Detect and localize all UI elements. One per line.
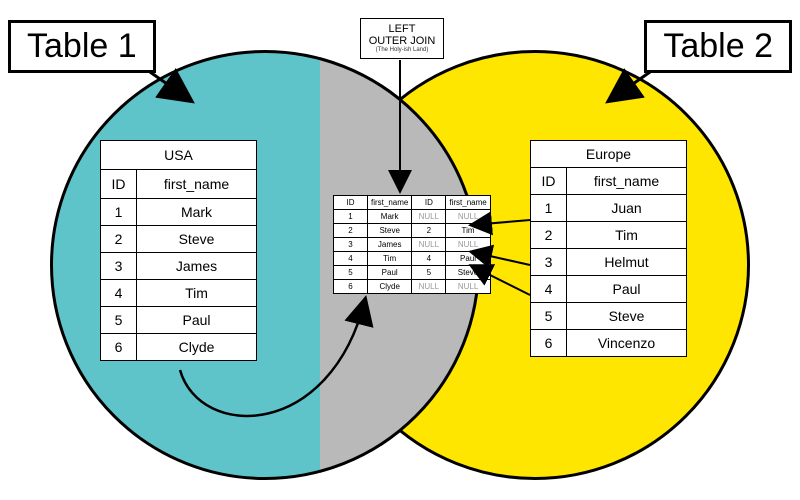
- table-row: 5Steve: [531, 303, 687, 330]
- europe-col-name: first_name: [567, 168, 687, 195]
- table-row: 1Juan: [531, 195, 687, 222]
- table-row: 4Tim: [101, 280, 257, 307]
- join-line3: (The Holy-ish Land): [363, 47, 441, 54]
- join-line1: LEFT: [363, 23, 441, 35]
- diagram-stage: Table 1 Table 2 LEFT OUTER JOIN (The Hol…: [0, 0, 800, 500]
- table-row: 1Mark: [101, 199, 257, 226]
- table-row: 6Vincenzo: [531, 330, 687, 357]
- join-type-label: LEFT OUTER JOIN (The Holy-ish Land): [360, 18, 444, 59]
- table-row: 6ClydeNULLNULL: [334, 280, 491, 294]
- table-row: 5Paul: [101, 307, 257, 334]
- table-row: 4Tim4Paul: [334, 252, 491, 266]
- join-col-1: first_name: [368, 196, 412, 210]
- table-row: 3James: [101, 253, 257, 280]
- usa-col-name: first_name: [137, 170, 257, 199]
- usa-col-id: ID: [101, 170, 137, 199]
- table-row: 2Steve2Tim: [334, 224, 491, 238]
- table-row: 2Tim: [531, 222, 687, 249]
- table1-label: Table 1: [8, 20, 156, 73]
- table-row: 3Helmut: [531, 249, 687, 276]
- table-row: 3JamesNULLNULL: [334, 238, 491, 252]
- table-row: 4Paul: [531, 276, 687, 303]
- europe-col-id: ID: [531, 168, 567, 195]
- europe-title: Europe: [531, 141, 687, 168]
- usa-title: USA: [101, 141, 257, 170]
- join-line2: OUTER JOIN: [363, 35, 441, 47]
- join-result-table: ID first_name ID first_name 1MarkNULLNUL…: [333, 195, 491, 294]
- table2-label: Table 2: [644, 20, 792, 73]
- join-col-2: ID: [412, 196, 446, 210]
- table-row: 1MarkNULLNULL: [334, 210, 491, 224]
- table-row: 2Steve: [101, 226, 257, 253]
- table-row: 5Paul5Steve: [334, 266, 491, 280]
- join-col-3: first_name: [446, 196, 490, 210]
- join-col-0: ID: [334, 196, 368, 210]
- usa-table: USA ID first_name 1Mark 2Steve 3James 4T…: [100, 140, 257, 361]
- table-row: 6Clyde: [101, 334, 257, 361]
- europe-table: Europe ID first_name 1Juan 2Tim 3Helmut …: [530, 140, 687, 357]
